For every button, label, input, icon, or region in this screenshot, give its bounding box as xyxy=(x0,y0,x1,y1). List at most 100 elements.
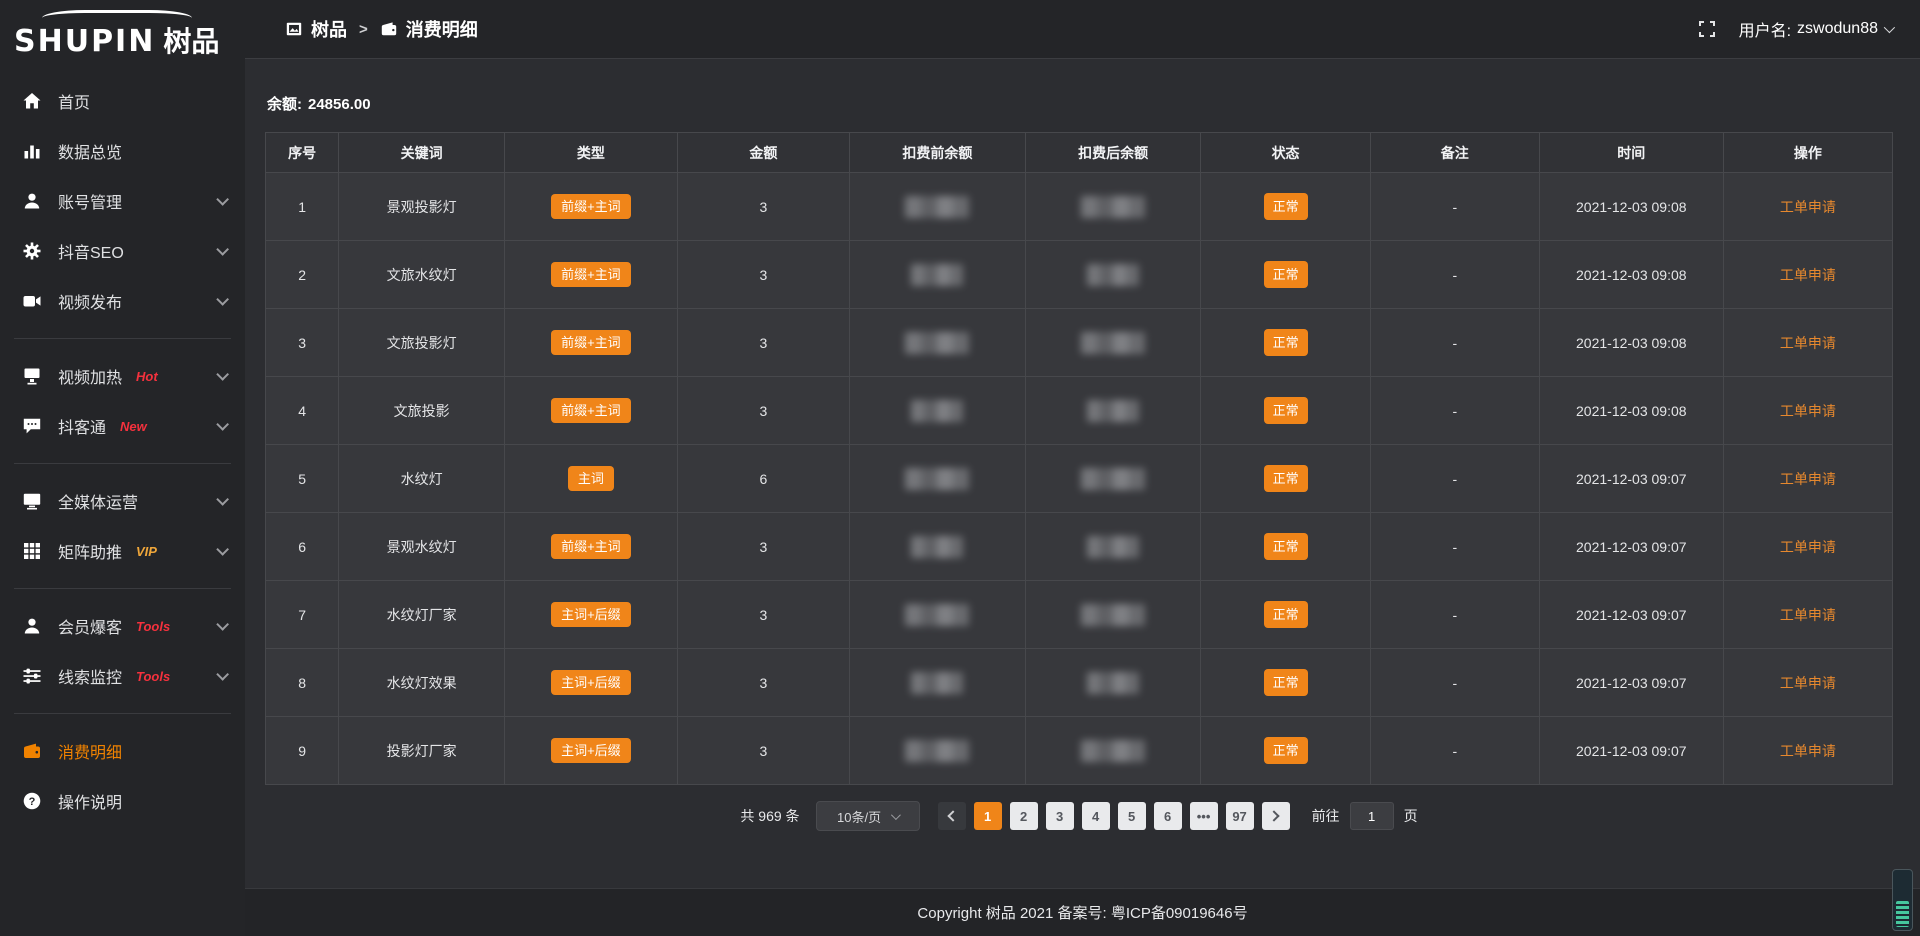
chevron-down-icon xyxy=(216,368,229,381)
work-order-link[interactable]: 工单申请 xyxy=(1780,267,1836,283)
work-order-link[interactable]: 工单申请 xyxy=(1780,607,1836,623)
top-header: 树品 > 消费明细 用户名: zswodun88 xyxy=(245,0,1920,59)
sidebar-item-label: 数据总览 xyxy=(58,139,122,163)
work-order-link[interactable]: 工单申请 xyxy=(1780,403,1836,419)
sidebar-item-tag: Tools xyxy=(136,619,170,634)
cell-pre-balance xyxy=(850,649,1026,717)
sidebar-item-douyin-seo[interactable]: 抖音SEO xyxy=(0,226,245,276)
cell-status: 正常 xyxy=(1201,581,1370,649)
cell-amount: 3 xyxy=(677,513,849,581)
chevron-down-icon xyxy=(216,418,229,431)
page-button-3[interactable]: 3 xyxy=(1046,802,1074,830)
breadcrumb-root[interactable]: 树品 xyxy=(285,16,347,42)
work-order-link[interactable]: 工单申请 xyxy=(1780,675,1836,691)
logo-text-en: SHUPIN xyxy=(14,24,155,59)
chevron-right-icon xyxy=(1268,810,1279,821)
sidebar-item-matrix-boost[interactable]: 矩阵助推VIP xyxy=(0,526,245,576)
type-badge: 前缀+主词 xyxy=(551,534,631,559)
column-header: 类型 xyxy=(505,133,677,173)
type-badge: 前缀+主词 xyxy=(551,398,631,423)
column-header: 金额 xyxy=(677,133,849,173)
blurred-pre-balance xyxy=(905,332,969,354)
sidebar-item-data-overview[interactable]: 数据总览 xyxy=(0,126,245,176)
sidebar-item-all-media[interactable]: 全媒体运营 xyxy=(0,476,245,526)
cell-type: 主词 xyxy=(505,445,677,513)
fullscreen-icon[interactable] xyxy=(1697,19,1717,39)
wallet-icon xyxy=(380,20,398,38)
cell-status: 正常 xyxy=(1201,377,1370,445)
page-size-select[interactable]: 10条/页 xyxy=(816,801,920,831)
sidebar-item-label: 会员爆客 xyxy=(58,614,122,638)
column-header: 扣费后余额 xyxy=(1025,133,1201,173)
cell-remark: - xyxy=(1370,173,1539,241)
page-button-1[interactable]: 1 xyxy=(974,802,1002,830)
user-dropdown[interactable]: 用户名: zswodun88 xyxy=(1739,17,1892,41)
column-header: 备注 xyxy=(1370,133,1539,173)
more-pages-button[interactable]: ••• xyxy=(1190,802,1218,830)
blurred-pre-balance xyxy=(905,604,969,626)
blurred-post-balance xyxy=(1081,468,1145,490)
chevron-down-icon xyxy=(216,493,229,506)
cell-post-balance xyxy=(1025,649,1201,717)
cell-type: 前缀+主词 xyxy=(505,241,677,309)
sidebar-item-account-manage[interactable]: 账号管理 xyxy=(0,176,245,226)
type-badge: 主词+后缀 xyxy=(551,602,631,627)
cell-time: 2021-12-03 09:08 xyxy=(1539,173,1723,241)
column-header: 操作 xyxy=(1723,133,1892,173)
sidebar-item-douketong[interactable]: 抖客通New xyxy=(0,401,245,451)
sidebar-nav: 首页数据总览账号管理抖音SEO视频发布视频加热Hot抖客通New 全媒体运营矩阵助… xyxy=(0,76,245,826)
blurred-post-balance xyxy=(1087,672,1139,694)
cell-amount: 3 xyxy=(677,581,849,649)
cell-amount: 6 xyxy=(677,445,849,513)
column-header: 序号 xyxy=(266,133,339,173)
cell-time: 2021-12-03 09:08 xyxy=(1539,377,1723,445)
floating-side-widget[interactable] xyxy=(1892,869,1913,931)
work-order-link[interactable]: 工单申请 xyxy=(1780,335,1836,351)
sidebar-item-video-heat[interactable]: 视频加热Hot xyxy=(0,351,245,401)
sidebar-item-home[interactable]: 首页 xyxy=(0,76,245,126)
goto-page-input[interactable] xyxy=(1350,802,1394,830)
type-badge: 主词+后缀 xyxy=(551,670,631,695)
next-page-button[interactable] xyxy=(1262,802,1290,830)
user-icon xyxy=(22,191,42,211)
sidebar-item-operation-guide[interactable]: ?操作说明 xyxy=(0,776,245,826)
blurred-pre-balance xyxy=(911,536,963,558)
cell-amount: 3 xyxy=(677,241,849,309)
page-size-label: 10条/页 xyxy=(837,807,881,826)
status-badge: 正常 xyxy=(1264,397,1308,424)
work-order-link[interactable]: 工单申请 xyxy=(1780,471,1836,487)
blurred-post-balance xyxy=(1081,332,1145,354)
work-order-link[interactable]: 工单申请 xyxy=(1780,743,1836,759)
app-logo: SHUPIN 树品 xyxy=(0,0,245,62)
cell-remark: - xyxy=(1370,241,1539,309)
page-button-97[interactable]: 97 xyxy=(1226,802,1254,830)
cell-keyword: 投影灯厂家 xyxy=(339,717,505,785)
blurred-post-balance xyxy=(1081,740,1145,762)
sidebar-item-consume-detail[interactable]: 消费明细 xyxy=(0,726,245,776)
chevron-down-icon xyxy=(216,293,229,306)
work-order-link[interactable]: 工单申请 xyxy=(1780,539,1836,555)
cell-post-balance xyxy=(1025,377,1201,445)
status-badge: 正常 xyxy=(1264,737,1308,764)
prev-page-button[interactable] xyxy=(938,802,966,830)
page-button-5[interactable]: 5 xyxy=(1118,802,1146,830)
column-header: 状态 xyxy=(1201,133,1370,173)
svg-text:?: ? xyxy=(29,796,36,808)
chevron-down-icon xyxy=(891,810,901,820)
cell-index: 7 xyxy=(266,581,339,649)
cell-keyword: 景观投影灯 xyxy=(339,173,505,241)
sliders-icon xyxy=(22,666,42,686)
page-button-2[interactable]: 2 xyxy=(1010,802,1038,830)
cell-type: 主词+后缀 xyxy=(505,581,677,649)
sidebar-item-clue-monitor[interactable]: 线索监控Tools xyxy=(0,651,245,701)
page-button-6[interactable]: 6 xyxy=(1154,802,1182,830)
sidebar-item-video-publish[interactable]: 视频发布 xyxy=(0,276,245,326)
sidebar-item-member-burst[interactable]: 会员爆客 Tools xyxy=(0,601,245,651)
cell-post-balance xyxy=(1025,309,1201,377)
cell-type: 主词+后缀 xyxy=(505,717,677,785)
sidebar-item-label: 消费明细 xyxy=(58,739,122,763)
cell-post-balance xyxy=(1025,513,1201,581)
page-button-4[interactable]: 4 xyxy=(1082,802,1110,830)
work-order-link[interactable]: 工单申请 xyxy=(1780,199,1836,215)
cell-post-balance xyxy=(1025,717,1201,785)
